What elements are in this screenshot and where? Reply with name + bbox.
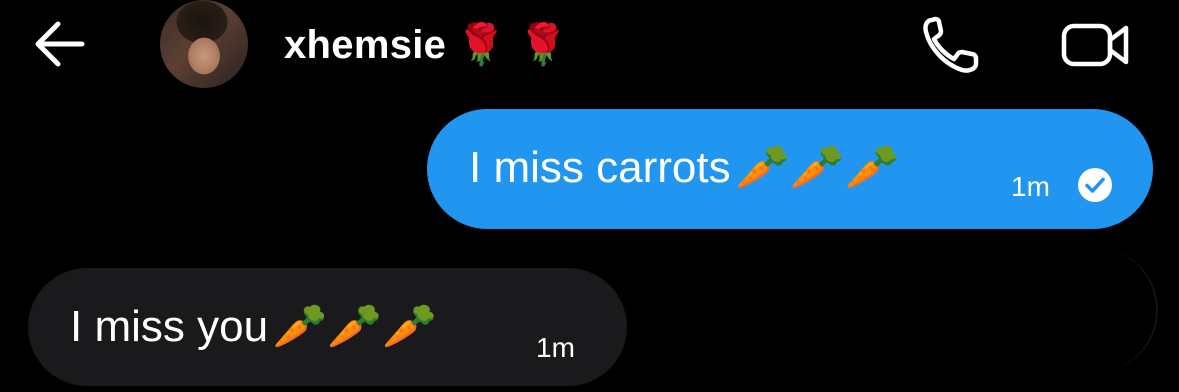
sent-message-content: I miss carrots 🥕🥕🥕 bbox=[469, 143, 899, 193]
received-message-text: I miss you bbox=[70, 302, 269, 351]
received-message-content: I miss you 🥕🥕🥕 bbox=[70, 302, 437, 352]
received-message-time: 1m bbox=[536, 332, 575, 363]
voice-call-button[interactable] bbox=[918, 14, 984, 76]
received-message-emojis: 🥕🥕🥕 bbox=[272, 302, 437, 351]
bubble-shadow bbox=[1070, 248, 1158, 372]
back-button[interactable] bbox=[30, 18, 86, 70]
sent-message-bubble[interactable]: I miss carrots 🥕🥕🥕 1m bbox=[427, 109, 1153, 229]
back-arrow-icon bbox=[35, 21, 85, 67]
contact-name-text: xhemsie bbox=[284, 23, 447, 67]
chat-header: xhemsie 🌹🌹 bbox=[0, 0, 1179, 92]
video-call-button[interactable] bbox=[1058, 16, 1134, 72]
video-camera-icon bbox=[1061, 23, 1129, 67]
phone-icon bbox=[923, 16, 979, 73]
sent-message-time: 1m bbox=[1011, 171, 1050, 202]
sent-message-emojis: 🥕🥕🥕 bbox=[735, 143, 900, 192]
sent-message-text: I miss carrots bbox=[469, 143, 731, 192]
rose-emojis: 🌹🌹 bbox=[456, 23, 580, 67]
received-message-bubble[interactable]: I miss you 🥕🥕🥕 1m bbox=[28, 268, 627, 386]
read-check-icon bbox=[1078, 168, 1112, 202]
contact-avatar[interactable] bbox=[160, 0, 248, 88]
contact-name[interactable]: xhemsie 🌹🌹 bbox=[284, 22, 580, 68]
